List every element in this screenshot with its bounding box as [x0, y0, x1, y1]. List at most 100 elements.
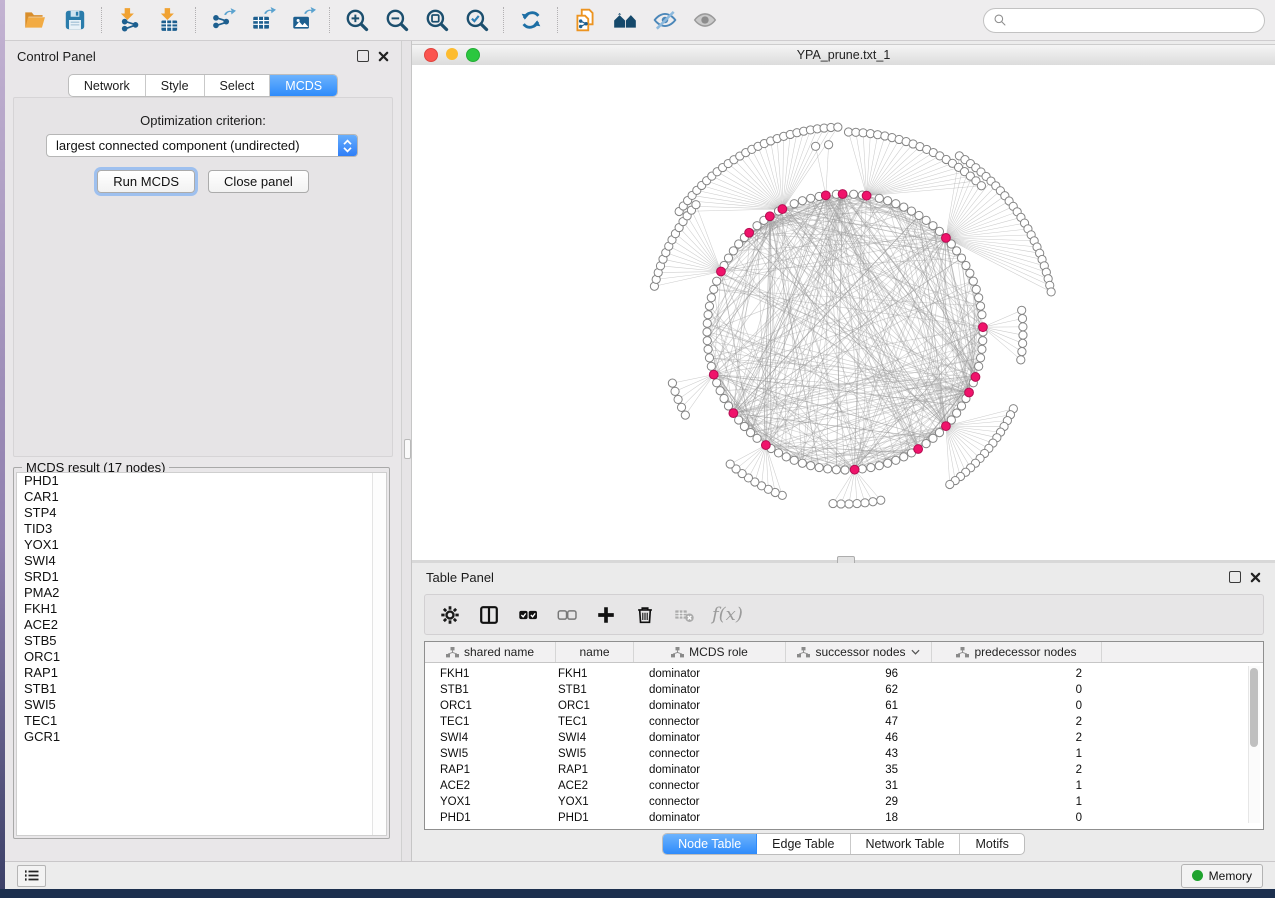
open-folder-icon: [22, 7, 48, 33]
table-cell: YOX1: [425, 796, 556, 808]
table-row[interactable]: SWI5SWI5connector431: [425, 746, 1263, 762]
network-canvas[interactable]: [412, 65, 1275, 560]
table-row[interactable]: FKH1FKH1dominator962: [425, 666, 1263, 682]
zoom-selected-button[interactable]: [457, 3, 497, 37]
mcds-result-item[interactable]: ACE2: [17, 617, 386, 633]
search-box[interactable]: [983, 8, 1265, 33]
mcds-result-item[interactable]: YOX1: [17, 537, 386, 553]
save-session-button[interactable]: [55, 3, 95, 37]
mcds-result-item[interactable]: SWI4: [17, 553, 386, 569]
tab-edge-table[interactable]: Edge Table: [757, 834, 850, 854]
tab-mcds[interactable]: MCDS: [270, 75, 337, 96]
network-titlebar[interactable]: YPA_prune.txt_1: [412, 44, 1275, 66]
mcds-result-item[interactable]: PHD1: [17, 473, 386, 489]
table-row[interactable]: SWI4SWI4dominator462: [425, 730, 1263, 746]
zoom-out-button[interactable]: [377, 3, 417, 37]
export-table-button[interactable]: [243, 3, 283, 37]
tab-network[interactable]: Network: [69, 75, 146, 96]
function-builder-button[interactable]: f(x): [712, 604, 743, 625]
import-table-button[interactable]: [149, 3, 189, 37]
table-cell: 35: [786, 764, 932, 776]
criterion-dropdown[interactable]: largest connected component (undirected): [46, 134, 358, 157]
search-input[interactable]: [1012, 12, 1255, 28]
column-header-name[interactable]: name: [556, 642, 634, 662]
table-cell: 2: [932, 764, 1102, 776]
export-network-icon: [210, 7, 236, 33]
table-row[interactable]: TEC1TEC1connector472: [425, 714, 1263, 730]
vertical-splitter[interactable]: [401, 41, 412, 861]
column-header-shared-name[interactable]: shared name: [425, 642, 556, 662]
duplicate-network-button[interactable]: [565, 3, 605, 37]
table-cell: 47: [786, 716, 932, 728]
zoom-in-button[interactable]: [337, 3, 377, 37]
table-cell: ORC1: [425, 700, 556, 712]
delete-column-button[interactable]: [634, 604, 656, 626]
export-network-button[interactable]: [203, 3, 243, 37]
memory-button[interactable]: Memory: [1181, 864, 1263, 888]
mcds-result-item[interactable]: GCR1: [17, 729, 386, 745]
table-settings-button[interactable]: [439, 604, 461, 626]
delete-table-button[interactable]: [673, 604, 695, 626]
mcds-result-item[interactable]: SRD1: [17, 569, 386, 585]
zoom-fit-button[interactable]: [417, 3, 457, 37]
refresh-view-button[interactable]: [511, 3, 551, 37]
tab-network-table[interactable]: Network Table: [851, 834, 961, 854]
mcds-result-item[interactable]: RAP1: [17, 665, 386, 681]
table-cell: PHD1: [556, 812, 634, 824]
mcds-result-list[interactable]: PHD1CAR1STP4TID3YOX1SWI4SRD1PMA2FKH1ACE2…: [16, 472, 387, 836]
table-cell: dominator: [634, 812, 786, 824]
column-header-mcds-role[interactable]: MCDS role: [634, 642, 786, 662]
mcds-result-item[interactable]: TEC1: [17, 713, 386, 729]
import-network-button[interactable]: [109, 3, 149, 37]
mcds-result-item[interactable]: PMA2: [17, 585, 386, 601]
network-graph: [412, 65, 1275, 560]
table-scrollbar[interactable]: [1248, 666, 1260, 823]
table-cell: 18: [786, 812, 932, 824]
close-panel-icon[interactable]: [378, 51, 389, 62]
close-panel-button[interactable]: Close panel: [208, 170, 309, 193]
open-file-button[interactable]: [15, 3, 55, 37]
tab-style[interactable]: Style: [146, 75, 205, 96]
run-mcds-button[interactable]: Run MCDS: [97, 170, 195, 193]
table-row[interactable]: ACE2ACE2connector311: [425, 778, 1263, 794]
mcds-result-item[interactable]: STP4: [17, 505, 386, 521]
task-history-button[interactable]: [17, 865, 46, 887]
tab-select[interactable]: Select: [205, 75, 271, 96]
table-row[interactable]: PHD1PHD1dominator180: [425, 810, 1263, 826]
table-cell: dominator: [634, 764, 786, 776]
float-panel-icon[interactable]: [1229, 571, 1241, 583]
mcds-list-scrollbar[interactable]: [372, 473, 386, 835]
show-column-panel-button[interactable]: [478, 604, 500, 626]
mcds-result-item[interactable]: FKH1: [17, 601, 386, 617]
select-all-rows-button[interactable]: [517, 604, 539, 626]
add-column-button[interactable]: [595, 604, 617, 626]
mcds-result-item[interactable]: STB1: [17, 681, 386, 697]
table-row[interactable]: ORC1ORC1dominator610: [425, 698, 1263, 714]
mcds-result-item[interactable]: STB5: [17, 633, 386, 649]
mcds-result-item[interactable]: CAR1: [17, 489, 386, 505]
table-cell: RAP1: [425, 764, 556, 776]
table-cell: RAP1: [556, 764, 634, 776]
export-image-button[interactable]: [283, 3, 323, 37]
column-header-predecessor-nodes[interactable]: predecessor nodes: [932, 642, 1102, 662]
table-row[interactable]: STB1STB1dominator620: [425, 682, 1263, 698]
table-panel-title: Table Panel: [426, 570, 494, 585]
show-all-button[interactable]: [685, 3, 725, 37]
table-cell: 29: [786, 796, 932, 808]
deselect-all-rows-button[interactable]: [556, 604, 578, 626]
tab-node-table[interactable]: Node Table: [663, 834, 757, 854]
float-panel-icon[interactable]: [357, 50, 369, 62]
mcds-result-item[interactable]: TID3: [17, 521, 386, 537]
table-row[interactable]: RAP1RAP1dominator352: [425, 762, 1263, 778]
mcds-result-item[interactable]: ORC1: [17, 649, 386, 665]
scrollbar-thumb[interactable]: [1250, 668, 1258, 747]
table-row[interactable]: YOX1YOX1connector291: [425, 794, 1263, 810]
close-panel-icon[interactable]: [1250, 572, 1261, 583]
hide-selected-button[interactable]: [645, 3, 685, 37]
splitter-grip[interactable]: [404, 439, 411, 459]
show-all-icon: [692, 7, 718, 33]
first-neighbors-button[interactable]: [605, 3, 645, 37]
column-header-successor-nodes[interactable]: successor nodes: [786, 642, 932, 662]
mcds-result-item[interactable]: SWI5: [17, 697, 386, 713]
tab-motifs[interactable]: Motifs: [960, 834, 1023, 854]
